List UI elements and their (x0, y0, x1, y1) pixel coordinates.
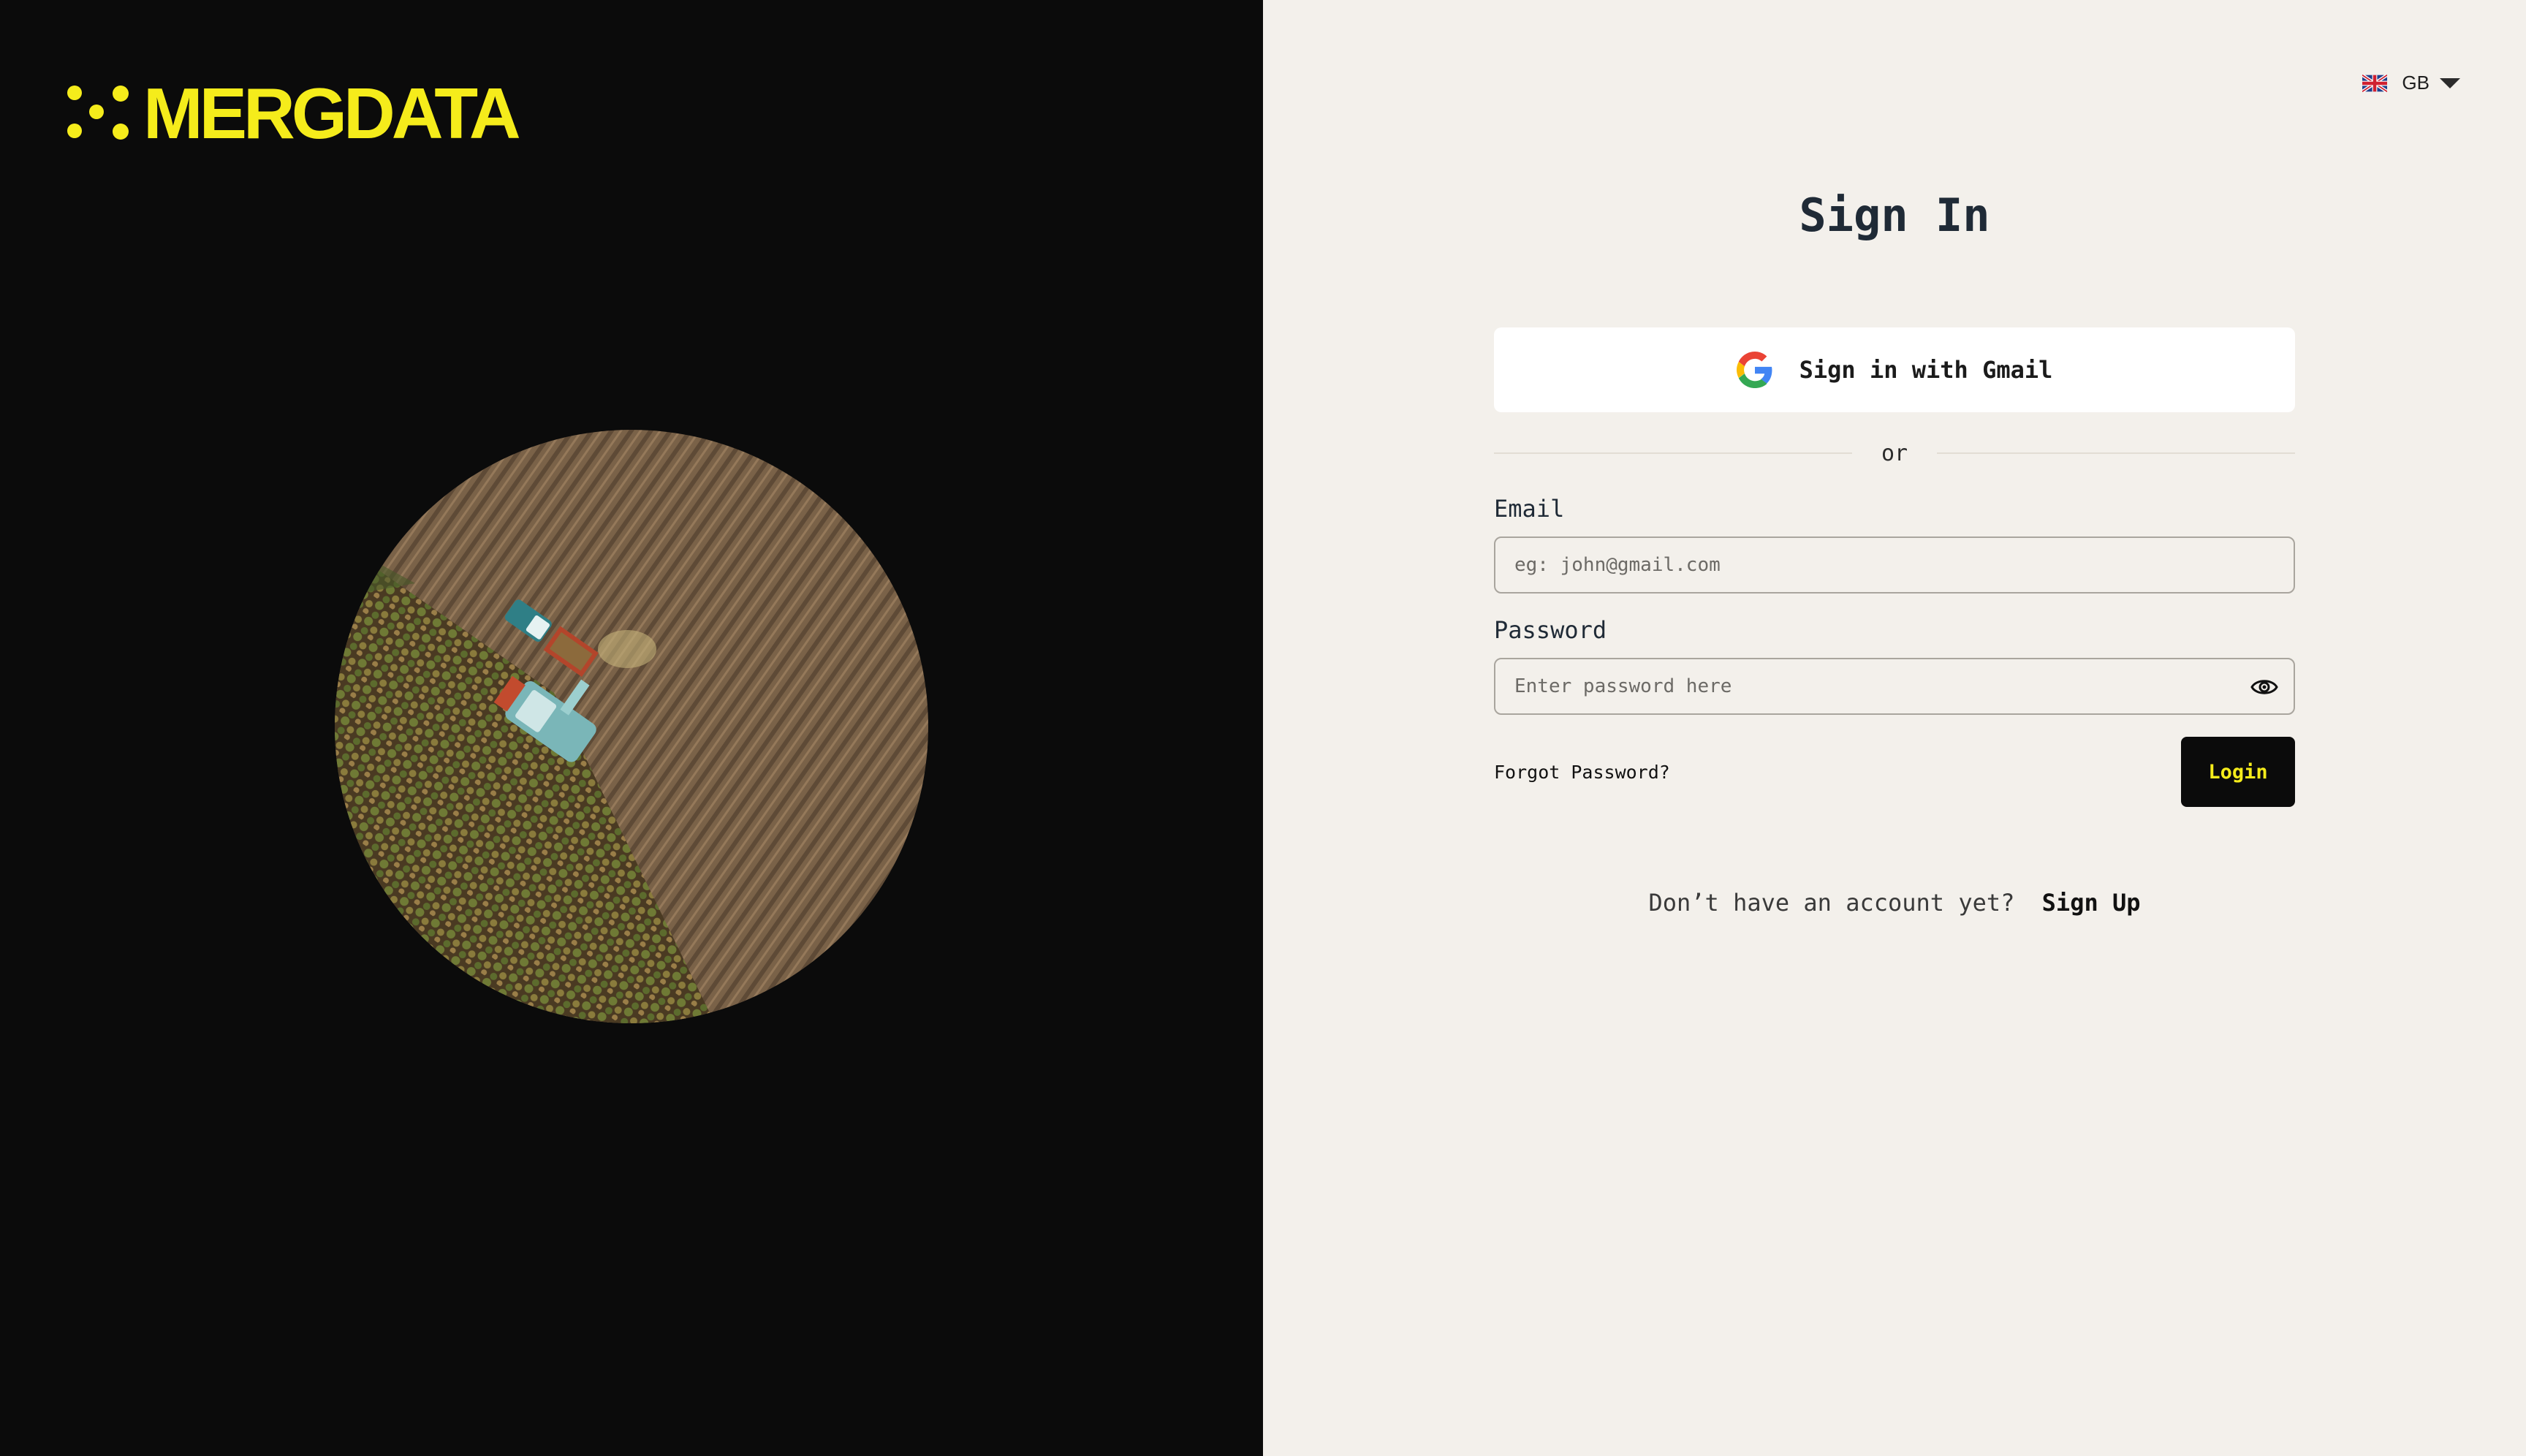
brand-name: MERGDATA (143, 73, 521, 153)
divider-line (1937, 452, 2295, 454)
email-field[interactable] (1495, 538, 2294, 592)
login-page: MERGDATA GB Sign In Sign in with Gmail o… (0, 0, 2526, 1456)
forgot-password-link[interactable]: Forgot Password? (1494, 762, 1670, 783)
password-field[interactable] (1495, 659, 2294, 713)
signup-link[interactable]: Sign Up (2042, 889, 2141, 917)
email-field-wrapper (1494, 536, 2295, 594)
eye-icon[interactable] (2250, 674, 2279, 700)
password-field-wrapper (1494, 658, 2295, 715)
uk-flag-icon (2362, 74, 2388, 92)
no-account-text: Don’t have an account yet? (1648, 889, 2015, 917)
brand-panel: MERGDATA (0, 0, 1263, 1456)
signup-prompt: Don’t have an account yet? Sign Up (1494, 889, 2295, 917)
language-code: GB (2402, 72, 2430, 94)
language-selector[interactable]: GB (2362, 72, 2460, 94)
gmail-signin-button[interactable]: Sign in with Gmail (1494, 327, 2295, 412)
brand-logo: MERGDATA (67, 73, 521, 153)
email-label: Email (1494, 495, 1565, 523)
divider-line (1494, 452, 1852, 454)
divider-text: or (1881, 440, 1908, 466)
signin-panel: GB Sign In Sign in with Gmail or Email e… (1263, 0, 2526, 1456)
google-icon (1736, 352, 1772, 388)
signin-form: Sign In Sign in with Gmail or Email P (1494, 183, 2295, 917)
password-label: Password (1494, 616, 1607, 644)
gmail-signin-label: Sign in with Gmail (1799, 356, 2053, 384)
five-dots-logo-icon (67, 86, 134, 141)
chevron-down-icon (2440, 77, 2460, 88)
page-title: Sign In (1799, 189, 1990, 242)
or-divider: or (1494, 434, 2295, 472)
aerial-harvest-field-image (335, 430, 928, 1023)
login-button[interactable]: Login (2181, 737, 2295, 807)
form-actions: Forgot Password? Login (1494, 737, 2295, 807)
